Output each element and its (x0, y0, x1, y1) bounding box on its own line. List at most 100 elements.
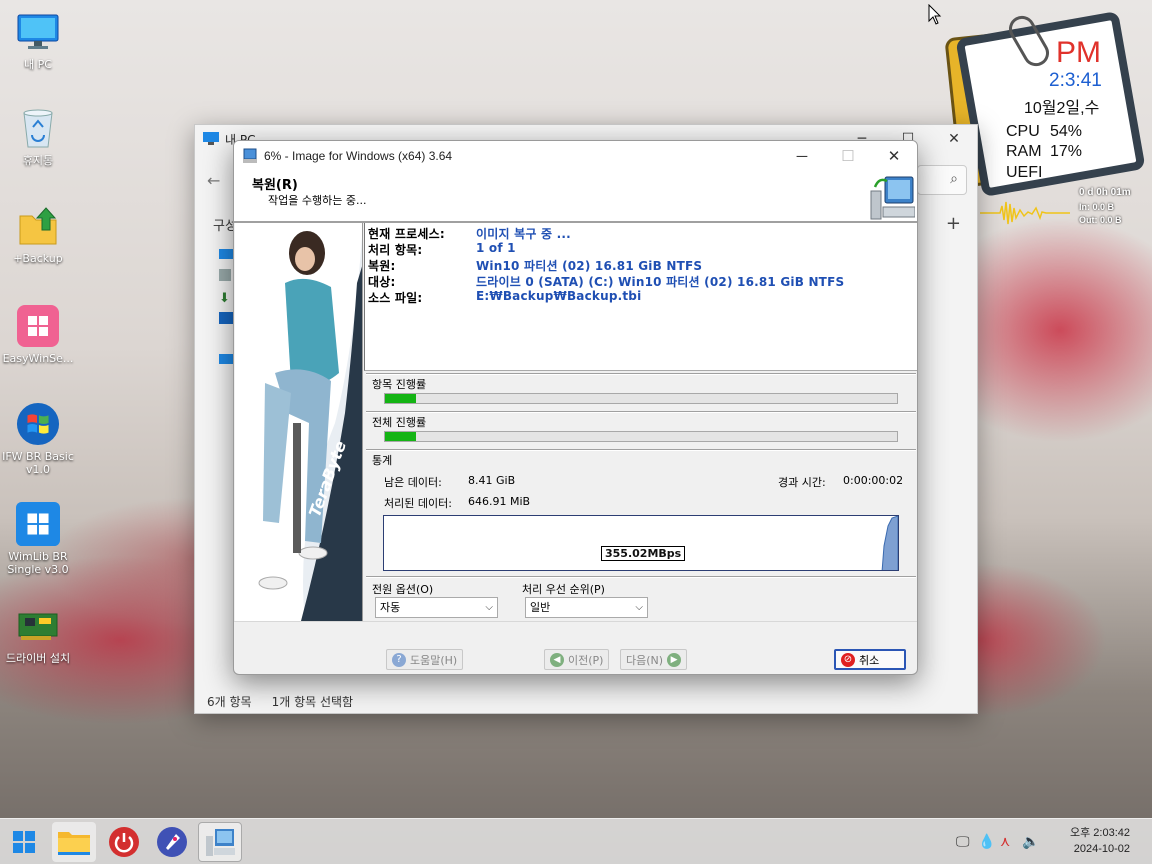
header-title: 복원(R) (252, 178, 298, 193)
cancel-icon: ⊘ (841, 652, 855, 667)
rocket-icon (157, 827, 187, 857)
close-button[interactable]: ✕ (871, 141, 917, 171)
net-out: Out: 0.0 B (1079, 215, 1122, 225)
next-button[interactable]: 다음(N) ▶ (620, 649, 688, 670)
desktop-icon-label: 휴지통 (22, 154, 54, 167)
desktop-icon-ifw-br-basic[interactable]: IFW BR Basic v1.0 (2, 402, 74, 476)
monitor-icon (16, 10, 60, 54)
remaining-data-value: 8.41 GiB (468, 474, 516, 487)
desktop-icon-recycle-bin[interactable]: 휴지통 (2, 106, 74, 167)
chevron-down-icon: ⌵ (635, 602, 643, 613)
pictures-nav-icon[interactable] (219, 312, 233, 324)
taskbar-launcher[interactable] (150, 822, 194, 862)
net-in: In: 0.0 B (1079, 202, 1115, 212)
help-button[interactable]: ? 도움말(H) (386, 649, 464, 670)
desktop-icon-label: WimLib BR Single v3.0 (7, 550, 69, 576)
desktop-icon-label: +Backup (13, 252, 63, 265)
info-value: 1 of 1 (476, 241, 516, 255)
recycle-bin-icon (16, 106, 60, 150)
arrow-left-icon: ◀ (550, 652, 564, 667)
taskbar-power[interactable] (102, 822, 146, 862)
documents-nav-icon[interactable] (219, 269, 231, 281)
arrow-right-icon: ▶ (667, 652, 682, 667)
system-tray: 🖵 💧 ⋏ 🔈 (956, 819, 1044, 864)
cancel-button-label: 취소 (859, 653, 880, 667)
chevron-down-icon: ⌵ (485, 602, 493, 613)
clock-time: 2:3:41 (1049, 70, 1102, 91)
process-info-panel: 현재 프로세스: 이미지 복구 중 ... 처리 항목: 1 of 1 복원: … (364, 223, 917, 371)
status-selected-count: 1개 항목 선택함 (271, 694, 354, 709)
next-button-label: 다음(N) (626, 653, 664, 667)
ifw-dialog: 6% - Image for Windows (x64) 3.64 ─ ☐ ✕ … (233, 140, 918, 675)
back-button[interactable]: ← (207, 171, 220, 190)
power-option-value: 자동 (380, 601, 401, 614)
cpu-label: CPU (1006, 123, 1040, 140)
elapsed-time-value: 0:00:00:02 (843, 474, 904, 487)
ifw-header: 복원(R) 작업을 수행하는 중... (234, 171, 917, 223)
taskbar: 🖵 💧 ⋏ 🔈 오후 2:03:42 2024-10-02 (0, 818, 1152, 864)
desktop-nav-icon[interactable] (219, 249, 233, 259)
windows-tile-icon (16, 502, 60, 546)
maximize-button[interactable]: ☐ (825, 141, 871, 171)
divider (234, 621, 917, 622)
total-progress-fill (385, 432, 416, 441)
cancel-button[interactable]: ⊘ 취소 (834, 649, 906, 670)
info-key: 복원: (368, 259, 396, 273)
throughput-graph: 355.02MBps (383, 515, 899, 571)
item-progress-label: 항목 진행률 (372, 378, 427, 391)
this-pc-nav-icon[interactable] (219, 354, 233, 364)
info-key: 처리 항목: (368, 243, 423, 257)
clock-date: 10월2일,수 (1024, 100, 1100, 117)
previous-button[interactable]: ◀ 이전(P) (544, 649, 610, 670)
elapsed-time-label: 경과 시간: (778, 476, 826, 489)
safely-remove-icon[interactable]: 🖵 (956, 834, 978, 850)
desktop-icon-label: IFW BR Basic v1.0 (2, 450, 74, 476)
priority-label: 처리 우선 순위(P) (522, 583, 605, 596)
taskbar-file-explorer[interactable] (52, 822, 96, 862)
file-explorer-icon (58, 832, 90, 855)
network-drop-icon[interactable]: 💧 (978, 834, 1000, 850)
circuit-board-icon (16, 604, 60, 648)
windows-logo-icon (16, 402, 60, 446)
priority-select[interactable]: 일반 ⌵ (525, 597, 648, 618)
speed-readout: 355.02MBps (601, 546, 686, 561)
start-button[interactable] (2, 822, 46, 862)
explorer-statusbar: 6개 항목 1개 항목 선택함 (195, 689, 977, 713)
tray-app-icon[interactable]: ⋏ (1000, 834, 1022, 850)
minimize-button[interactable]: ─ (779, 141, 825, 171)
power-option-select[interactable]: 자동 ⌵ (375, 597, 498, 618)
desktop-icon-my-pc[interactable]: 내 PC (2, 10, 74, 71)
search-box[interactable]: ⌕ (917, 165, 967, 195)
windows-tile-icon (16, 304, 60, 348)
divider (366, 411, 916, 413)
divider (366, 576, 916, 578)
volume-icon[interactable]: 🔈 (1022, 834, 1044, 850)
desktop-icon-label: 내 PC (24, 58, 52, 71)
info-value: Win10 파티션 (02) 16.81 GiB NTFS (476, 259, 703, 273)
add-tab-button[interactable]: + (946, 213, 961, 234)
statistics-label: 통계 (372, 454, 393, 467)
desktop-icon-easywinsetup[interactable]: EasyWinSe... (2, 304, 74, 365)
tray-clock[interactable]: 오후 2:03:42 2024-10-02 (1070, 825, 1130, 857)
clock-widget: PM 2:3:41 10월2일,수 CPU 54% RAM 17% UEFI (944, 10, 1148, 225)
cpu-value: 54% (1050, 123, 1083, 140)
image-for-windows-icon (206, 829, 235, 856)
power-icon (109, 827, 139, 857)
desktop-icon-backup[interactable]: +Backup (2, 204, 74, 265)
close-button[interactable]: ✕ (931, 125, 977, 153)
divider (366, 449, 916, 451)
total-progress-bar (384, 431, 898, 442)
network-waveform-icon (980, 201, 1070, 225)
taskbar-image-for-windows[interactable] (198, 822, 242, 862)
help-button-label: 도움말(H) (410, 653, 458, 667)
tray-time: 오후 2:03:42 (1070, 827, 1130, 839)
ram-value: 17% (1050, 143, 1083, 160)
desktop-icon-label: 드라이버 설치 (5, 652, 71, 665)
ifw-titlebar: 6% - Image for Windows (x64) 3.64 ─ ☐ ✕ (234, 141, 917, 171)
info-key: 현재 프로세스: (368, 227, 445, 241)
header-subtitle: 작업을 수행하는 중... (268, 194, 367, 207)
clock-ampm: PM (1056, 36, 1101, 69)
restore-computer-icon (870, 176, 915, 220)
desktop-icon-driver-install[interactable]: 드라이버 설치 (2, 604, 74, 665)
desktop-icon-wimlib-br[interactable]: WimLib BR Single v3.0 (2, 502, 74, 576)
